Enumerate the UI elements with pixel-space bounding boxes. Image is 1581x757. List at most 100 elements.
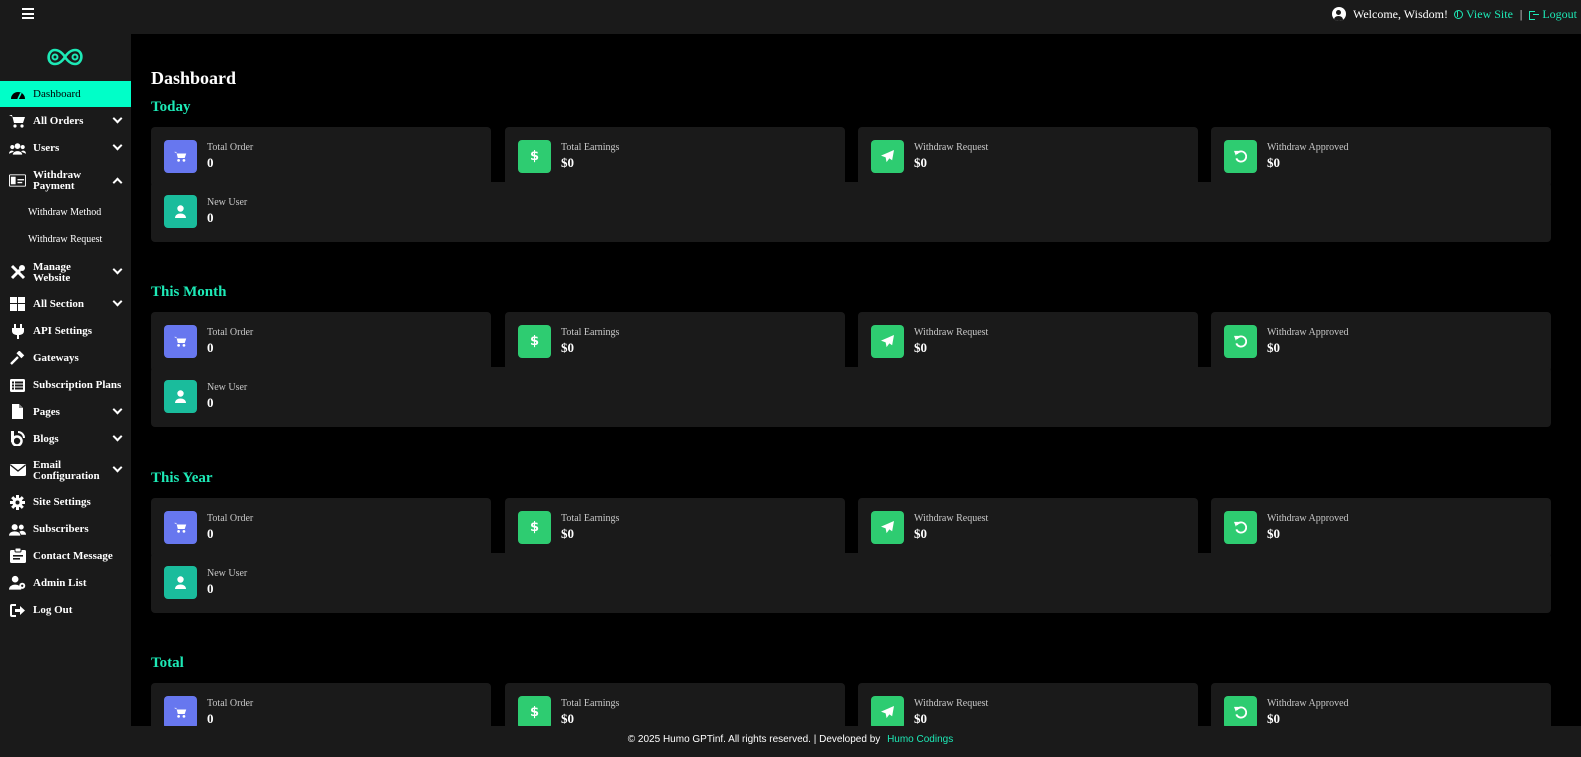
logout-icon: [1529, 10, 1540, 20]
paper-plane-icon: [871, 140, 904, 173]
sidebar-item-subscription-plans[interactable]: Subscription Plans: [0, 372, 131, 398]
stat-label: Total Order: [207, 142, 254, 153]
view-site-link[interactable]: View Site: [1453, 6, 1513, 22]
sidebar-item-blogs[interactable]: Blogs: [0, 426, 131, 452]
logout-label: Logout: [1542, 6, 1577, 21]
stat-value: $0: [914, 711, 927, 726]
stat-label: Total Earnings: [561, 513, 620, 524]
stat-label: Total Earnings: [561, 327, 620, 338]
page-title: Dashboard: [151, 68, 237, 88]
user-icon: [164, 195, 197, 228]
undo-icon: [1224, 325, 1257, 358]
section-title: Total: [151, 655, 184, 671]
globe-icon: [1453, 9, 1463, 19]
stat-value: $0: [561, 340, 574, 355]
sidebar-item-all-orders[interactable]: All Orders: [0, 108, 131, 134]
chevron-down-icon: [112, 113, 123, 124]
users-icon: [9, 522, 26, 536]
logout-link[interactable]: Logout: [1529, 7, 1577, 22]
stat-value: $0: [914, 155, 927, 170]
undo-icon: [1224, 696, 1257, 729]
stat-label: Withdraw Approved: [1267, 698, 1349, 709]
stat-value: 0: [207, 155, 214, 170]
stat-label: New User: [207, 197, 248, 208]
undo-icon: [1224, 140, 1257, 173]
stat-card: $ Total Earnings $0: [505, 127, 845, 187]
chevron-down-icon: [112, 296, 123, 307]
sidebar-item-subscribers[interactable]: Subscribers: [0, 516, 131, 542]
stat-card: Withdraw Approved $0: [1211, 312, 1551, 372]
sidebar-item-label: Subscribers: [33, 523, 89, 535]
sidebar-item-label: All Section: [33, 298, 85, 310]
cart-icon: [164, 696, 197, 729]
stat-label: Withdraw Approved: [1267, 327, 1349, 338]
stat-label: Withdraw Request: [914, 513, 989, 524]
dollar-icon: $: [518, 511, 551, 544]
sidebar-item-label: Email Configuration: [33, 459, 100, 482]
sidebar-item-email-configuration[interactable]: Email Configuration: [0, 454, 131, 486]
cart-icon: [9, 114, 26, 128]
chevron-down-icon: [112, 431, 123, 442]
separator: |: [1519, 6, 1523, 21]
sidebar-item-label: Admin List: [33, 577, 87, 589]
tools-icon: [9, 264, 26, 280]
sidebar-subitem-withdraw-request[interactable]: Withdraw Request: [28, 234, 102, 245]
stat-card: $ Total Earnings $0: [505, 312, 845, 372]
footer-developer-link[interactable]: Humo Codings: [887, 734, 953, 745]
stat-label: Total Earnings: [561, 142, 620, 153]
stat-value: 0: [207, 395, 214, 410]
sidebar: Dashboard All Orders Users Withdraw Paym…: [0, 34, 131, 726]
stat-value: $0: [561, 155, 574, 170]
hamburger-menu-icon[interactable]: [22, 8, 34, 19]
chevron-down-icon: [112, 264, 123, 275]
stat-card: $ Total Earnings $0: [505, 498, 845, 558]
paper-plane-icon: [871, 325, 904, 358]
sidebar-item-all-section[interactable]: All Section: [0, 291, 131, 317]
stat-label: Withdraw Approved: [1267, 142, 1349, 153]
section-title: This Year: [151, 470, 213, 486]
plug-icon: [9, 323, 26, 339]
sidebar-item-label: Subscription Plans: [33, 379, 122, 391]
stat-value: $0: [561, 526, 574, 541]
sidebar-item-manage-website[interactable]: Manage Website: [0, 256, 131, 288]
stat-value: $0: [914, 526, 927, 541]
sidebar-item-pages[interactable]: Pages: [0, 399, 131, 425]
stat-value: $0: [1267, 711, 1280, 726]
sidebar-item-site-settings[interactable]: Site Settings: [0, 489, 131, 515]
stat-value: 0: [207, 340, 214, 355]
sidebar-item-label: All Orders: [33, 115, 84, 127]
sidebar-item-admin-list[interactable]: Admin List: [0, 570, 131, 596]
sidebar-item-api-settings[interactable]: API Settings: [0, 318, 131, 344]
sidebar-item-label: Contact Message: [33, 550, 113, 562]
stat-value: 0: [207, 581, 214, 596]
main-content: Dashboard Today Total Order 0 $ Total Earnin…: [131, 34, 1581, 743]
sidebar-item-log-out[interactable]: Log Out: [0, 597, 131, 623]
footer: © 2025 Humo GPTinf. All rights reserved.…: [0, 726, 1581, 757]
logo-icon: [47, 48, 83, 66]
user-icon: [164, 566, 197, 599]
sidebar-item-gateways[interactable]: Gateways: [0, 345, 131, 371]
cart-icon: [164, 325, 197, 358]
sidebar-subitem-withdraw-method[interactable]: Withdraw Method: [28, 207, 101, 218]
sidebar-item-contact-message[interactable]: Contact Message: [0, 543, 131, 569]
sidebar-item-users[interactable]: Users: [0, 135, 131, 161]
section-title: This Month: [151, 284, 227, 300]
stat-label: Total Order: [207, 698, 254, 709]
logout-icon: [9, 603, 26, 617]
sidebar-item-dashboard[interactable]: Dashboard: [0, 81, 131, 107]
sidebar-item-withdraw-payment[interactable]: Withdraw Payment: [0, 164, 131, 196]
sidebar-item-label: Dashboard: [33, 88, 81, 100]
stat-label: Total Earnings: [561, 698, 620, 709]
stat-card: Withdraw Request $0: [858, 127, 1198, 187]
stat-card: New User 0: [151, 553, 1551, 613]
file-icon: [9, 403, 26, 419]
sidebar-item-label: Blogs: [33, 433, 59, 445]
stat-label: Withdraw Request: [914, 698, 989, 709]
user-gear-icon: [9, 575, 26, 590]
sidebar-item-label: Users: [33, 142, 60, 154]
users-icon: [9, 141, 26, 155]
sidebar-item-label: Log Out: [33, 604, 73, 616]
stat-card: Total Order 0: [151, 498, 491, 558]
view-site-label: View Site: [1465, 6, 1513, 21]
section-title: Today: [151, 99, 191, 115]
